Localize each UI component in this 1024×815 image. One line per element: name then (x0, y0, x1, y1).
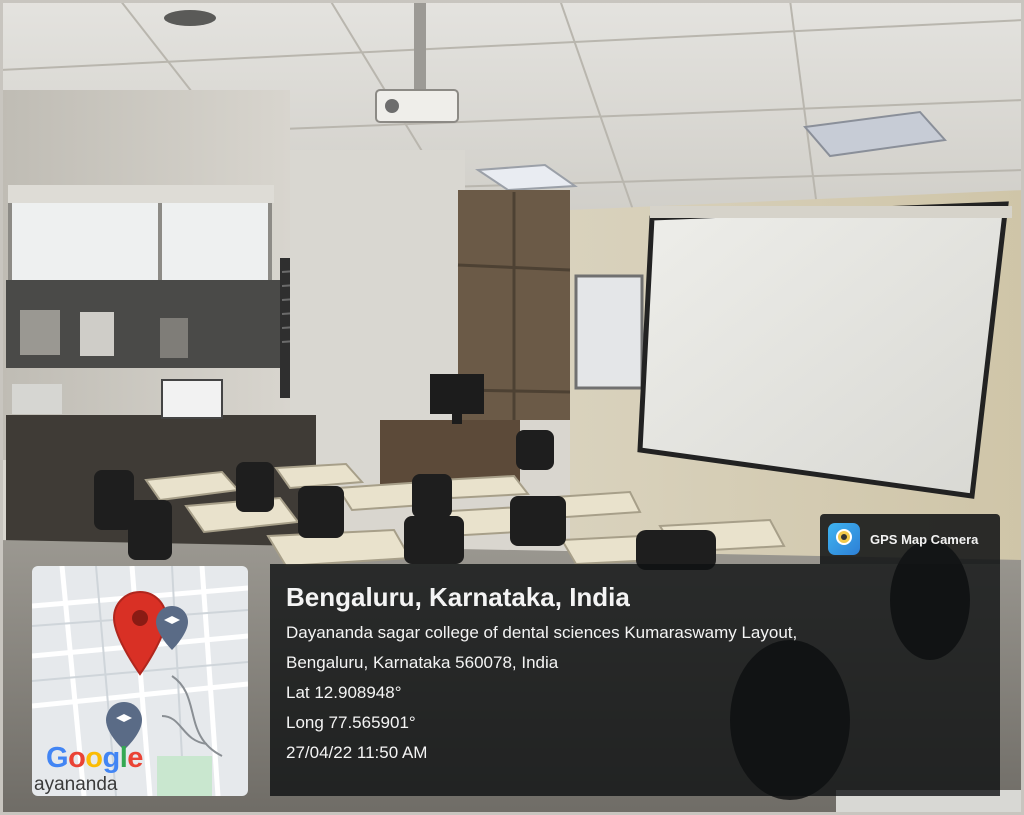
address-line-2: Bengaluru, Karnataka 560078, India (286, 653, 559, 672)
latitude: Lat 12.908948° (286, 683, 402, 702)
computer-monitor (430, 374, 484, 414)
google-logo-letter: g (102, 742, 121, 774)
whiteboard (574, 274, 644, 390)
google-logo-letter: G (46, 742, 69, 774)
google-logo: Google (46, 742, 143, 775)
map-place-label: ayananda (34, 774, 118, 795)
gps-map-camera-icon (828, 523, 860, 555)
student-desk (438, 474, 530, 500)
google-logo-letter: o (85, 742, 103, 774)
google-logo-letter: e (127, 742, 143, 774)
location-pin-icon (112, 590, 168, 676)
gps-map-camera-badge: GPS Map Camera (820, 514, 1000, 564)
timestamp: 27/04/22 11:50 AM (286, 743, 428, 762)
city-title: Bengaluru, Karnataka, India (286, 582, 630, 612)
projection-screen (637, 201, 1009, 499)
location-info-panel: Bengaluru, Karnataka, India Dayananda sa… (270, 564, 1000, 796)
map-thumbnail: Google ayananda (32, 566, 248, 796)
address-line-1: Dayananda sagar college of dental scienc… (286, 623, 798, 642)
google-logo-letter: o (68, 742, 86, 774)
longitude: Long 77.565901° (286, 713, 416, 732)
student-desk (274, 462, 365, 490)
app-name: GPS Map Camera (870, 531, 979, 547)
laptop (161, 379, 223, 419)
